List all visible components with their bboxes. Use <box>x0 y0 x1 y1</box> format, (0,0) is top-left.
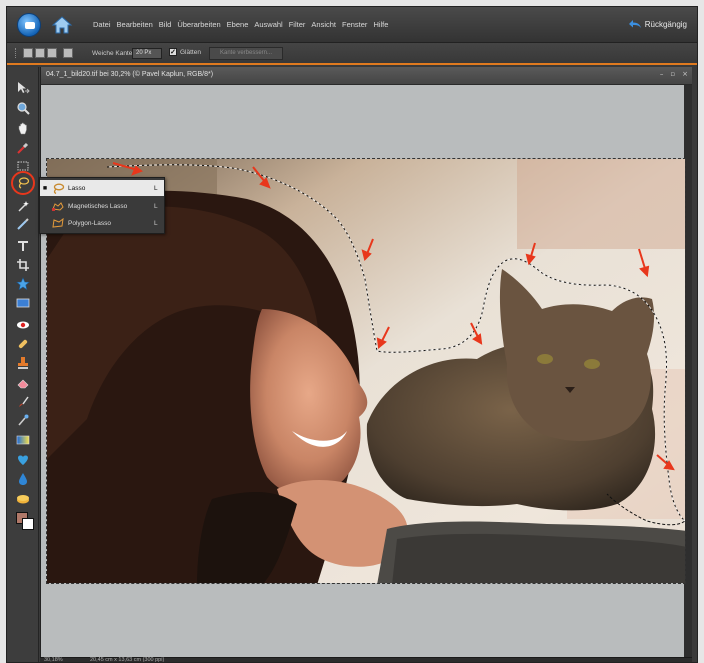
smart-brush-tool-icon[interactable] <box>16 413 30 427</box>
eraser-tool-icon[interactable] <box>16 376 30 390</box>
menu-datei[interactable]: Datei <box>93 20 111 29</box>
menu-bearbeiten[interactable]: Bearbeiten <box>117 20 153 29</box>
menu-ansicht[interactable]: Ansicht <box>311 20 336 29</box>
close-icon[interactable]: × <box>682 70 688 78</box>
undo-icon <box>628 20 641 28</box>
move-tool-icon[interactable] <box>16 81 30 95</box>
shape-tool-icon[interactable] <box>16 453 30 467</box>
checkmark-icon: ✓ <box>169 48 177 56</box>
lasso-icon <box>50 182 66 194</box>
document-title-bar: 04.7_1_bild20.tif bei 30,2% (© Pavel Kap… <box>41 67 692 85</box>
feather-input[interactable]: 20 Px <box>132 48 162 59</box>
add-selection-icon[interactable] <box>35 48 45 58</box>
sponge-tool-icon[interactable] <box>16 492 30 506</box>
flyout-item-polygon-lasso[interactable]: Polygon-Lasso L <box>40 215 164 231</box>
home-icon[interactable] <box>51 15 73 35</box>
maximize-icon[interactable]: ▫ <box>670 70 675 78</box>
menu-ueberarbeiten[interactable]: Überarbeiten <box>177 20 220 29</box>
flyout-key-magnetic-lasso: L <box>154 202 158 210</box>
app-logo-icon[interactable] <box>17 13 41 37</box>
flyout-item-lasso[interactable]: ■ Lasso L <box>40 180 164 196</box>
status-document-size: 20,45 cm x 13,63 cm (300 ppi) <box>90 657 165 663</box>
menu-bar: Datei Bearbeiten Bild Überarbeiten Ebene… <box>7 7 697 43</box>
minimize-icon[interactable]: – <box>660 70 664 78</box>
selection-mode-buttons <box>23 48 73 58</box>
flyout-key-polygon-lasso: L <box>154 219 158 227</box>
status-bar: 30,18% 20,45 cm x 13,63 cm (300 ppi) <box>40 657 692 663</box>
toolbox <box>7 67 39 662</box>
cookie-cutter-tool-icon[interactable] <box>16 277 30 291</box>
main-menu: Datei Bearbeiten Bild Überarbeiten Ebene… <box>93 20 388 29</box>
subtract-selection-icon[interactable] <box>47 48 57 58</box>
undo-button[interactable]: Rückgängig <box>628 19 687 29</box>
menu-filter[interactable]: Filter <box>289 20 306 29</box>
background-color-swatch[interactable] <box>22 518 34 530</box>
red-eye-tool-icon[interactable] <box>16 318 30 332</box>
eyedropper-tool-icon[interactable] <box>16 141 30 155</box>
hand-tool-icon[interactable] <box>16 121 30 135</box>
menu-fenster[interactable]: Fenster <box>342 20 367 29</box>
flyout-key-lasso: L <box>154 184 158 192</box>
lasso-tool-highlight <box>11 171 35 195</box>
straighten-tool-icon[interactable] <box>16 296 30 310</box>
flyout-item-magnetic-lasso[interactable]: Magnetisches Lasso L <box>40 198 164 214</box>
menu-auswahl[interactable]: Auswahl <box>254 20 282 29</box>
document-window: 04.7_1_bild20.tif bei 30,2% (© Pavel Kap… <box>40 67 692 657</box>
clone-stamp-tool-icon[interactable] <box>16 356 30 370</box>
spot-healing-tool-icon[interactable] <box>16 337 30 351</box>
options-grip[interactable] <box>15 48 19 58</box>
type-tool-icon[interactable] <box>16 239 30 253</box>
menu-ebene[interactable]: Ebene <box>227 20 249 29</box>
crop-tool-icon[interactable] <box>16 258 30 272</box>
zoom-tool-icon[interactable] <box>16 101 30 115</box>
selection-brush-tool-icon[interactable] <box>16 217 30 231</box>
magnetic-lasso-icon <box>50 200 66 212</box>
smooth-label: Glätten <box>180 48 201 56</box>
brush-tool-icon[interactable] <box>16 395 30 409</box>
menu-bild[interactable]: Bild <box>159 20 172 29</box>
selected-bullet-icon: ■ <box>42 184 48 192</box>
document-title: 04.7_1_bild20.tif bei 30,2% (© Pavel Kap… <box>46 71 214 78</box>
status-zoom[interactable]: 30,18% <box>44 657 63 662</box>
flyout-label-magnetic-lasso: Magnetisches Lasso <box>68 202 128 210</box>
undo-label: Rückgängig <box>644 19 687 29</box>
app-window: Datei Bearbeiten Bild Überarbeiten Ebene… <box>6 6 698 663</box>
smooth-checkbox[interactable]: ✓ Glätten <box>169 48 201 56</box>
flyout-label-lasso: Lasso <box>68 184 86 192</box>
flyout-label-polygon-lasso: Polygon-Lasso <box>68 219 111 227</box>
lasso-tool-flyout: ■ Lasso L Magnetisches Lasso L Polygon-L… <box>39 177 165 234</box>
intersect-selection-icon[interactable] <box>63 48 73 58</box>
menu-hilfe[interactable]: Hilfe <box>373 20 388 29</box>
window-controls: – ▫ × <box>660 70 688 78</box>
options-bar: Weiche Kante: 20 Px ✓ Glätten Kante verb… <box>7 43 697 65</box>
new-selection-icon[interactable] <box>23 48 33 58</box>
polygon-lasso-icon <box>50 217 66 229</box>
gradient-tool-icon[interactable] <box>16 433 30 447</box>
refine-edge-button[interactable]: Kante verbessern... <box>209 47 283 60</box>
feather-label: Weiche Kante: <box>92 50 135 57</box>
magic-wand-tool-icon[interactable] <box>16 199 30 213</box>
blur-tool-icon[interactable] <box>16 472 30 486</box>
